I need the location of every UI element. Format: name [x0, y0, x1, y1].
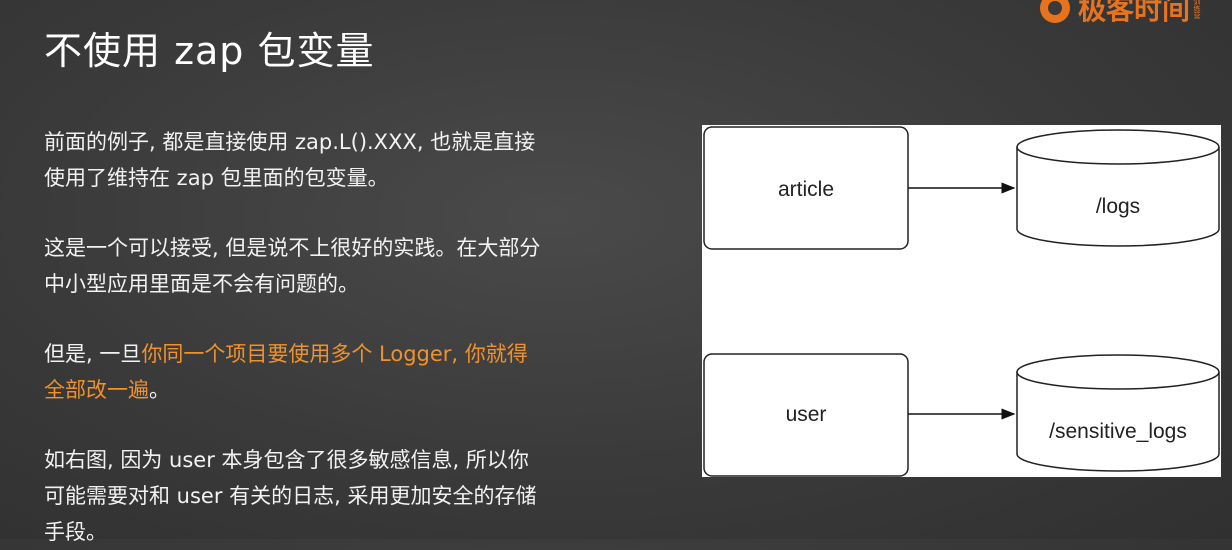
logo-subtext: 训练营 [1193, 0, 1202, 19]
paragraph-line: 如右图, 因为 user 本身包含了很多敏感信息, 所以你 [44, 448, 529, 472]
store-sensitive-logs-label: /sensitive_logs [1049, 420, 1187, 443]
paragraph-line: 使用了维持在 zap 包里面的包变量。 [44, 166, 389, 190]
slide-title: 不使用 zap 包变量 [44, 29, 375, 73]
brand-logo: 极客时间 训练营 [1040, 0, 1202, 26]
paragraph-package-variable: 前面的例子, 都是直接使用 zap.L().XXX, 也就是直接 使用了维持在 … [44, 124, 604, 196]
paragraph-line: 全部改一遍。 [44, 372, 604, 408]
logger-diagram: article user /logs /sensitive_logs [702, 125, 1221, 477]
paragraph-sensitive-info: 如右图, 因为 user 本身包含了很多敏感信息, 所以你 可能需要对和 use… [44, 442, 604, 550]
logo-text: 极客时间 [1078, 0, 1191, 26]
node-article-label: article [778, 178, 834, 201]
store-logs-label: /logs [1096, 195, 1140, 218]
node-article: article [703, 126, 909, 250]
paragraph-acceptable-practice: 这是一个可以接受, 但是说不上很好的实践。在大部分 中小型应用里面是不会有问题的… [44, 230, 604, 302]
normal-text: 。 [149, 378, 170, 402]
node-user-label: user [786, 403, 827, 426]
paragraph-line: 这是一个可以接受, 但是说不上很好的实践。在大部分 [44, 236, 541, 260]
logo-icon [1040, 0, 1070, 23]
highlight-text: 你同一个项目要使用多个 Logger, 你就得 [141, 342, 528, 366]
paragraph-line: 但是, 一旦你同一个项目要使用多个 Logger, 你就得 [44, 336, 604, 372]
store-sensitive-logs: /sensitive_logs [1016, 354, 1220, 472]
normal-text: 但是, 一旦 [44, 342, 142, 366]
paragraph-line: 手段。 [44, 520, 107, 544]
paragraph-multiple-loggers: 但是, 一旦你同一个项目要使用多个 Logger, 你就得 全部改一遍。 [44, 336, 604, 408]
highlight-text: 全部改一遍 [44, 378, 149, 402]
paragraph-line: 中小型应用里面是不会有问题的。 [44, 272, 359, 296]
paragraph-line: 前面的例子, 都是直接使用 zap.L().XXX, 也就是直接 [44, 130, 536, 154]
store-logs: /logs [1016, 129, 1220, 247]
paragraph-line: 可能需要对和 user 有关的日志, 采用更加安全的存储 [44, 484, 537, 508]
node-user: user [703, 353, 909, 477]
